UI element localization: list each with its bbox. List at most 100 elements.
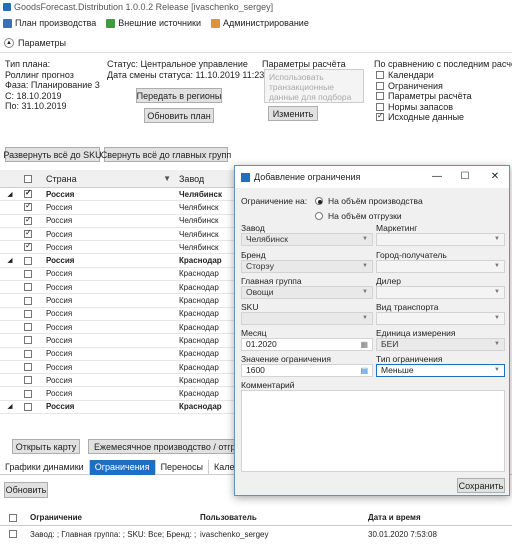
row-select-cell[interactable] [20, 188, 40, 199]
tab-dynamics-charts[interactable]: Графики динамики [0, 460, 90, 475]
collapse-up-icon[interactable]: ▲ [4, 37, 14, 48]
calculator-icon[interactable]: ▤ [360, 365, 368, 376]
calendar-icon[interactable]: ▦ [360, 339, 368, 350]
expand-toggle-icon[interactable]: ◢ [0, 403, 20, 410]
save-button[interactable]: Сохранить [457, 478, 505, 493]
grid-group-row[interactable]: ◢ Россия Краснодар [0, 401, 245, 415]
row-select-cell[interactable] [20, 296, 40, 305]
table-row[interactable]: Россия Краснодар [0, 387, 245, 401]
row-checkbox[interactable] [24, 188, 32, 199]
menu-admin[interactable]: Администрирование [211, 18, 309, 28]
table-row[interactable]: Россия Краснодар [0, 321, 245, 335]
minimize-icon[interactable]: — [423, 166, 451, 188]
refresh-plan-button[interactable]: Обновить план [144, 108, 214, 123]
row-checkbox[interactable] [24, 228, 32, 239]
menu-plan[interactable]: План производства [3, 18, 96, 28]
unit-select[interactable]: БЕИ ▼ [376, 338, 505, 351]
row-select-cell[interactable] [20, 256, 40, 265]
calendars-checkbox[interactable] [376, 71, 384, 79]
table-row[interactable]: Россия Краснодар [0, 334, 245, 348]
grid-group-row[interactable]: ◢РоссияЧелябинск [0, 188, 245, 202]
expand-all-button[interactable]: Развернуть всё до SKU [3, 147, 102, 162]
row-checkbox[interactable] [24, 389, 32, 398]
tab-constraints[interactable]: Ограничения [89, 460, 156, 475]
type-select[interactable]: Меньше ▼ [376, 364, 505, 377]
transport-select[interactable]: ▼ [376, 312, 505, 325]
production-radio[interactable] [315, 197, 323, 205]
row-select-cell[interactable] [20, 215, 40, 225]
parameters-toggle[interactable]: ▲ Параметры [0, 33, 512, 53]
send-to-regions-button[interactable]: Передать в регионы [136, 88, 222, 103]
row-select-cell[interactable] [20, 228, 40, 239]
refresh-button[interactable]: Обновить [4, 482, 48, 498]
collapse-all-button[interactable]: Свернуть всё до главных групп [101, 147, 231, 162]
compare-item-stock-norms[interactable]: Нормы запасов [376, 102, 472, 113]
row-checkbox[interactable] [24, 309, 32, 318]
row-select-cell[interactable] [20, 389, 40, 398]
row-checkbox[interactable] [24, 376, 32, 385]
grid-group-row[interactable]: ◢ Россия Краснодар [0, 254, 245, 268]
sku-select[interactable]: ▼ [241, 312, 373, 325]
compare-item-constraints[interactable]: Ограничения [376, 81, 472, 92]
log-column-constraint[interactable]: Ограничение [30, 513, 200, 522]
row-checkbox[interactable] [24, 256, 32, 265]
compare-item-calendars[interactable]: Календари [376, 70, 472, 81]
table-row[interactable]: Россия Краснодар [0, 268, 245, 282]
row-checkbox[interactable] [24, 296, 32, 305]
row-select-cell[interactable] [20, 336, 40, 345]
plant-select[interactable]: Челябинск ▼ [241, 233, 373, 246]
expand-toggle-icon[interactable]: ◢ [0, 191, 20, 198]
open-map-button[interactable]: Открыть карту [12, 439, 80, 454]
row-checkbox[interactable] [24, 323, 32, 332]
menu-sources[interactable]: Внешние источники [106, 18, 201, 28]
change-params-button[interactable]: Изменить [268, 106, 318, 121]
log-row-select[interactable] [0, 530, 30, 538]
month-field[interactable]: 01.2020 ▦ [241, 338, 373, 351]
dialog-title-bar[interactable]: Добавление ограничения — ☐ ✕ [235, 166, 509, 188]
row-checkbox[interactable] [24, 402, 32, 411]
table-row[interactable]: РоссияЧелябинск [0, 228, 245, 242]
row-checkbox[interactable] [24, 283, 32, 292]
row-select-cell[interactable] [20, 201, 40, 212]
stock-norms-checkbox[interactable] [376, 102, 384, 111]
tab-transfers[interactable]: Переносы [156, 460, 210, 475]
log-select-all-checkbox[interactable] [9, 513, 17, 522]
row-select-cell[interactable] [20, 323, 40, 332]
row-select-cell[interactable] [20, 309, 40, 318]
row-checkbox[interactable] [24, 269, 32, 278]
row-select-cell[interactable] [20, 269, 40, 278]
table-row[interactable]: РоссияЧелябинск [0, 215, 245, 228]
compare-item-source-data[interactable]: Исходные данные [376, 111, 472, 123]
city-select[interactable]: ▼ [376, 260, 505, 273]
table-row[interactable]: Россия Краснодар [0, 294, 245, 308]
select-all-checkbox[interactable] [24, 174, 32, 183]
log-column-user[interactable]: Пользователь [200, 513, 368, 522]
log-row-checkbox[interactable] [9, 530, 17, 538]
row-select-cell[interactable] [20, 241, 40, 252]
log-column-datetime[interactable]: Дата и время [368, 513, 508, 522]
table-row[interactable]: Россия Краснодар [0, 348, 245, 361]
row-checkbox[interactable] [24, 241, 32, 252]
row-select-cell[interactable] [20, 283, 40, 292]
row-checkbox[interactable] [24, 201, 32, 212]
row-select-cell[interactable] [20, 376, 40, 385]
table-row[interactable]: Россия Краснодар [0, 374, 245, 388]
shipment-radio[interactable] [315, 212, 323, 220]
value-field[interactable]: 1600 ▤ [241, 364, 373, 377]
row-checkbox[interactable] [24, 349, 32, 358]
table-row[interactable]: РоссияЧелябинск [0, 241, 245, 255]
constraints-checkbox[interactable] [376, 81, 384, 90]
monthly-production-button[interactable]: Ежемесячное производство / отгруз [88, 439, 238, 454]
brand-select[interactable]: Сторэу ▼ [241, 260, 373, 273]
close-icon[interactable]: ✕ [481, 166, 509, 188]
maximize-icon[interactable]: ☐ [451, 166, 479, 188]
marketing-select[interactable]: ▼ [376, 233, 505, 246]
comment-textarea[interactable] [241, 390, 505, 472]
column-header-country[interactable]: Страна ▼ [40, 170, 175, 187]
table-row[interactable]: Россия Краснодар [0, 281, 245, 295]
row-select-cell[interactable] [20, 349, 40, 358]
table-row[interactable]: Россия Краснодар [0, 308, 245, 321]
dealer-select[interactable]: ▼ [376, 286, 505, 299]
main-group-select[interactable]: Овощи ▼ [241, 286, 373, 299]
radio-production[interactable]: На объём производства [315, 196, 423, 206]
